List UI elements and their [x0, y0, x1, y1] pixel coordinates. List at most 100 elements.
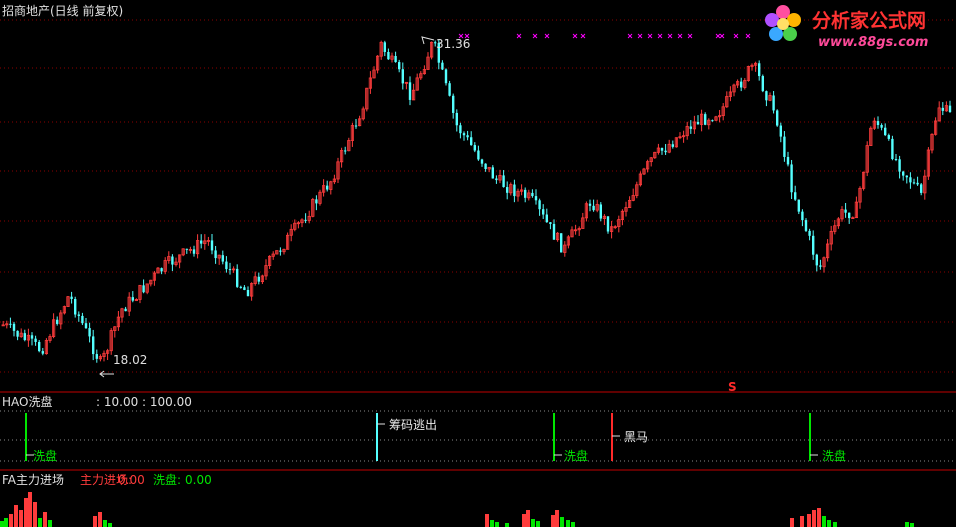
candle-body [664, 150, 667, 153]
candle-body [891, 138, 894, 160]
candle-body [477, 150, 480, 160]
fa-volume-bar [560, 517, 564, 527]
candle-body [671, 144, 674, 147]
chart-canvas[interactable] [0, 0, 956, 527]
candle-body [34, 338, 37, 342]
hao-panel-name: HAO洗盘 [2, 395, 53, 409]
candle-body [441, 62, 444, 70]
fa-volume-bar [910, 523, 914, 527]
candle-body [531, 192, 534, 197]
candle-body [243, 287, 246, 290]
candle-body [16, 330, 19, 337]
candle-body [84, 323, 88, 329]
candle-body [909, 177, 912, 183]
fa-volume-bar [103, 520, 107, 527]
candle-body [848, 212, 851, 219]
fa-volume-bar [817, 508, 821, 527]
candle-body [473, 145, 476, 151]
candle-body [894, 159, 898, 161]
candle-body [92, 336, 95, 355]
candle-body [354, 125, 358, 127]
candle-body [898, 159, 901, 172]
fa-volume-bar [490, 520, 494, 527]
candle-body [783, 136, 786, 157]
candle-body [142, 285, 145, 293]
candle-body [801, 211, 804, 221]
candle-body [214, 250, 217, 259]
candle-body [200, 240, 203, 244]
candle-body [884, 127, 887, 136]
hao-label-wash-1: 洗盘 [33, 449, 58, 463]
fa-volume-bar [108, 523, 112, 527]
candle-body [905, 175, 908, 178]
candle-body [758, 63, 761, 77]
candle-body [560, 233, 563, 253]
fa-volume-bar [43, 512, 47, 527]
candle-body [776, 110, 779, 126]
candle-body [225, 261, 228, 270]
candle-body [131, 297, 134, 301]
fa-volume-bar [48, 520, 52, 527]
candle-body [239, 286, 242, 288]
candle-body [452, 95, 455, 113]
candle-body [704, 114, 707, 125]
fa-volume-bar [28, 492, 32, 527]
high-price-label: 31.36 [436, 37, 471, 51]
stock-chart-window: 招商地产(日线 前复权) 分析家公式网 www.88gs.com 31.36 1… [0, 0, 956, 527]
candle-body [455, 112, 458, 126]
candle-body [948, 105, 952, 113]
candle-body [77, 314, 80, 316]
candle-body [506, 187, 509, 193]
candle-body [480, 159, 484, 164]
candle-body [542, 209, 545, 215]
candle-body [761, 76, 764, 92]
fa-volume-bar [822, 516, 826, 527]
candle-body [844, 209, 847, 213]
hao-label-wash-2: 洗盘 [564, 449, 589, 463]
candle-body [696, 121, 700, 125]
fa-volume-bar [531, 519, 535, 527]
candle-body [740, 81, 743, 88]
candle-body [660, 148, 664, 151]
candle-body [462, 133, 466, 136]
candle-body [81, 315, 84, 324]
candle-body [236, 268, 239, 287]
high-marker-arrow [421, 36, 435, 45]
candle-body [812, 235, 815, 255]
candle-body [794, 192, 797, 200]
fa-volume-bar [38, 518, 42, 527]
hao-label-wash-3: 洗盘 [822, 449, 847, 463]
candle-body [383, 42, 386, 52]
candle-body [466, 135, 469, 138]
candle-body [30, 335, 34, 339]
candle-body [606, 216, 610, 232]
logo-name: 分析家公式网 [812, 10, 927, 32]
candle-body [880, 125, 883, 128]
candle-body [941, 107, 944, 111]
fa-volume-bar [551, 515, 555, 527]
candle-body [246, 289, 250, 297]
candle-body [9, 323, 12, 325]
candle-body [524, 189, 527, 198]
candle-body [534, 196, 538, 201]
candle-body [12, 323, 16, 331]
fa-volume-bar [526, 510, 530, 527]
fa-volume-bar [24, 498, 28, 527]
fa-volume-bar [566, 520, 570, 527]
candle-body [459, 125, 462, 134]
candle-body [790, 164, 793, 193]
candle-body [592, 205, 595, 211]
chart-title: 招商地产(日线 前复权) [2, 4, 124, 18]
candle-body [920, 184, 923, 193]
candle-body [394, 56, 397, 63]
candle-body [304, 219, 307, 221]
candle-body [448, 83, 451, 96]
candle-body [916, 182, 919, 185]
candle-body [819, 265, 822, 267]
candle-body [513, 184, 516, 197]
fa-series-wash-value: 0.00 [185, 473, 212, 487]
candle-body [56, 319, 59, 324]
candle-body [171, 256, 174, 265]
candle-body [495, 178, 498, 181]
candle-body [88, 328, 91, 337]
